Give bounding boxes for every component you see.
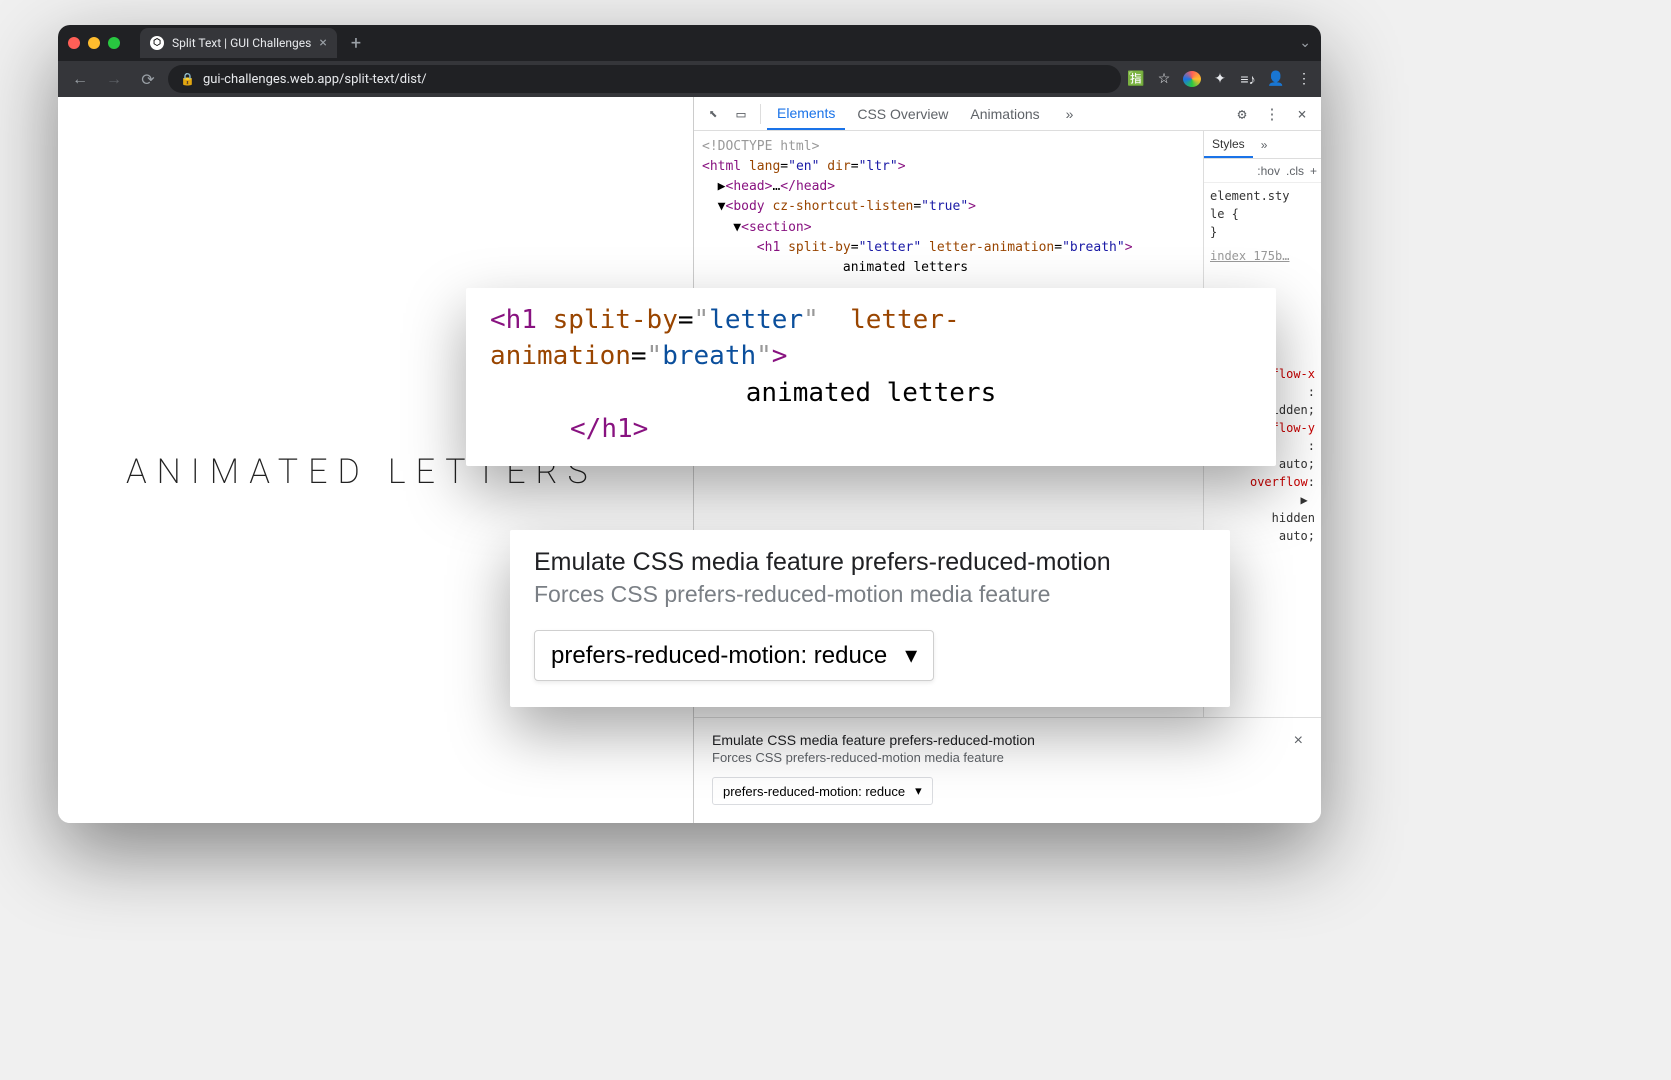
chevron-down-icon: ▾ <box>915 783 922 799</box>
window-close-button[interactable] <box>68 37 80 49</box>
callout-code-zoom: <h1 split-by="letter" letter-animation="… <box>466 288 1276 466</box>
extension-colorball-icon[interactable] <box>1183 71 1201 87</box>
styles-hov-button[interactable]: :hov <box>1257 164 1280 178</box>
extension-icons: 🈯 ☆ ✦ ≡♪ 👤 ⋮ <box>1127 71 1313 88</box>
rendering-drawer: × Emulate CSS media feature prefers-redu… <box>694 717 1321 823</box>
rule-element-style-2: le { <box>1210 205 1315 223</box>
profile-avatar-icon[interactable]: 👤 <box>1267 71 1285 87</box>
chevron-down-icon: ▾ <box>905 641 917 670</box>
devtools-tab-elements[interactable]: Elements <box>767 97 845 130</box>
nav-forward-button[interactable]: → <box>100 69 128 89</box>
chrome-toolbar: ← → ⟳ 🔒 gui-challenges.web.app/split-tex… <box>58 61 1321 97</box>
window-zoom-button[interactable] <box>108 37 120 49</box>
callout-code-text: animated letters <box>490 375 1252 411</box>
callout-rendering-select[interactable]: prefers-reduced-motion: reduce ▾ <box>534 630 934 681</box>
rule-source-link[interactable]: index 175b… <box>1210 247 1315 265</box>
rule-element-style-3: } <box>1210 223 1315 241</box>
url-text: gui-challenges.web.app/split-text/dist/ <box>203 72 427 87</box>
styles-add-rule-icon[interactable]: + <box>1310 164 1317 178</box>
devtools-tab-css-overview[interactable]: CSS Overview <box>847 97 958 130</box>
drawer-close-icon[interactable]: × <box>1294 732 1303 750</box>
callout-code-line1: <h1 split-by="letter" letter-animation="… <box>490 302 1252 375</box>
styles-filter-row: :hov .cls + <box>1204 159 1321 183</box>
address-bar[interactable]: 🔒 gui-challenges.web.app/split-text/dist… <box>168 65 1121 93</box>
callout-rendering-zoom: Emulate CSS media feature prefers-reduce… <box>510 530 1230 707</box>
styles-tab-overflow-icon[interactable]: » <box>1253 131 1276 158</box>
devtools-tab-bar: ⬉ ▭ Elements CSS Overview Animations » ⚙… <box>694 97 1321 131</box>
styles-tabs: Styles » <box>1204 131 1321 159</box>
devtools-tab-overflow-icon[interactable]: » <box>1056 97 1084 130</box>
devtools-tab-animations[interactable]: Animations <box>960 97 1049 130</box>
separator <box>760 104 761 124</box>
bookmark-star-icon[interactable]: ☆ <box>1155 71 1173 87</box>
inspect-element-icon[interactable]: ⬉ <box>700 105 726 123</box>
dom-h1-open: <h1 split-by="letter" letter-animation="… <box>694 238 1203 258</box>
nav-reload-button[interactable]: ⟳ <box>134 70 162 89</box>
translate-icon[interactable]: 🈯 <box>1127 71 1145 87</box>
callout-rendering-subtitle: Forces CSS prefers-reduced-motion media … <box>534 581 1206 608</box>
callout-code-close: </h1> <box>490 411 1252 447</box>
callout-rendering-value: prefers-reduced-motion: reduce <box>551 642 887 670</box>
dom-body-open: ▼<body cz-shortcut-listen="true"> <box>694 197 1203 217</box>
window-minimize-button[interactable] <box>88 37 100 49</box>
chrome-tab-strip: ⬡ Split Text | GUI Challenges × + ⌄ <box>58 25 1321 61</box>
styles-tab-styles[interactable]: Styles <box>1204 131 1253 158</box>
dom-h1-text: animated letters <box>694 258 1203 278</box>
dom-doctype: <!DOCTYPE html> <box>694 137 1203 157</box>
window-traffic-lights <box>68 37 120 49</box>
dom-head: ▶<head>…</head> <box>694 177 1203 197</box>
device-toolbar-icon[interactable]: ▭ <box>728 105 754 123</box>
rule-element-style-1: element.sty <box>1210 187 1315 205</box>
extensions-puzzle-icon[interactable]: ✦ <box>1211 71 1229 87</box>
nav-back-button[interactable]: ← <box>66 69 94 89</box>
rendering-option-title: Emulate CSS media feature prefers-reduce… <box>712 732 1303 748</box>
chrome-menu-icon[interactable]: ⋮ <box>1295 71 1313 87</box>
dom-section-open: ▼<section> <box>694 218 1203 238</box>
reading-list-icon[interactable]: ≡♪ <box>1239 71 1257 88</box>
tab-favicon-icon: ⬡ <box>150 36 164 50</box>
rendering-option-subtitle: Forces CSS prefers-reduced-motion media … <box>712 750 1303 765</box>
styles-cls-button[interactable]: .cls <box>1286 164 1304 178</box>
devtools-menu-icon[interactable]: ⋮ <box>1259 105 1285 123</box>
new-tab-button[interactable]: + <box>345 33 367 54</box>
rendering-option-value: prefers-reduced-motion: reduce <box>723 784 905 799</box>
dom-html-open: <html lang="en" dir="ltr"> <box>694 157 1203 177</box>
tab-close-icon[interactable]: × <box>319 35 326 51</box>
rendering-option-select[interactable]: prefers-reduced-motion: reduce ▾ <box>712 777 933 805</box>
browser-tab-active[interactable]: ⬡ Split Text | GUI Challenges × <box>140 28 337 58</box>
lock-icon: 🔒 <box>180 72 195 86</box>
chevron-down-icon[interactable]: ⌄ <box>1299 35 1311 51</box>
devtools-close-icon[interactable]: × <box>1289 105 1315 123</box>
tab-title: Split Text | GUI Challenges <box>172 36 311 50</box>
devtools-settings-icon[interactable]: ⚙ <box>1229 105 1255 123</box>
callout-rendering-title: Emulate CSS media feature prefers-reduce… <box>534 548 1206 577</box>
